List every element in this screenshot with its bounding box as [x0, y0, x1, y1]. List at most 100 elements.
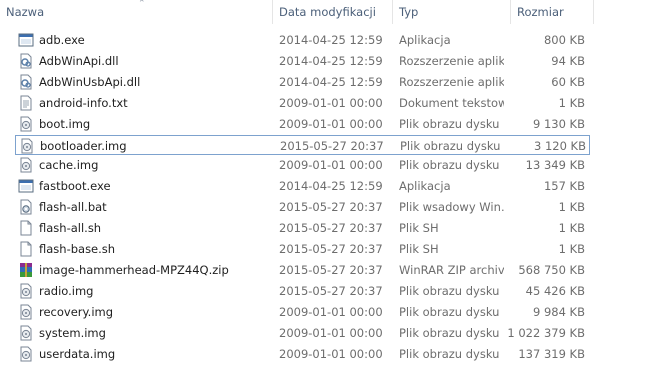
file-name: android-info.txt: [39, 95, 128, 110]
file-row[interactable]: userdata.img 2009-01-01 00:00 Plik obrazu …: [15, 344, 590, 364]
file-date: 2014-04-25 12:59: [279, 33, 383, 47]
file-size: 1 KB: [558, 242, 585, 256]
file-date: 2009-01-01 00:00: [279, 346, 383, 361]
file-name: AdbWinApi.dll: [39, 53, 119, 68]
file-type: Plik obrazu dysku: [399, 158, 500, 173]
disk-image-icon: [18, 346, 34, 362]
file-row[interactable]: system.img 2009-01-01 00:00 Plik obrazu dy…: [15, 323, 590, 343]
file-date: 2009-01-01 00:00: [279, 304, 383, 319]
disk-image-icon: [18, 304, 34, 320]
column-header-bar: Nazwa ⌃ Data modyfikacji Typ Rozmiar: [0, 0, 670, 24]
file-type: Plik obrazu dysku: [399, 304, 500, 319]
file-size: 137 319 KB: [518, 346, 585, 361]
batch-file-icon: [18, 199, 34, 215]
sort-ascending-icon: ⌃: [138, 0, 146, 9]
file-size: 9 984 KB: [532, 304, 585, 319]
blank-file-icon: [18, 220, 34, 236]
file-size: 94 KB: [551, 53, 585, 68]
file-name: system.img: [39, 325, 106, 340]
file-name: recovery.img: [39, 304, 114, 319]
file-row[interactable]: image-hammerhead-MPZ44Q.zip 2015-05-27 20…: [15, 260, 590, 280]
text-file-icon: [18, 95, 34, 111]
file-name: cache.img: [39, 158, 99, 173]
file-row[interactable]: recovery.img 2009-01-01 00:00 Plik obrazu …: [15, 302, 590, 322]
file-size: 3 120 KB: [533, 138, 586, 153]
file-name: image-hammerhead-MPZ44Q.zip: [39, 262, 229, 277]
file-date: 2009-01-01 00:00: [279, 95, 383, 110]
file-name: userdata.img: [39, 346, 116, 361]
file-name: radio.img: [39, 283, 94, 298]
file-date: 2014-04-25 12:59: [279, 179, 383, 194]
file-type: Aplikacja: [399, 33, 451, 47]
file-name: boot.img: [39, 116, 91, 131]
file-date: 2014-04-25 12:59: [279, 74, 383, 89]
file-name: bootloader.img: [40, 138, 127, 153]
file-type: Dokument tekstowy: [399, 95, 504, 110]
column-header-date[interactable]: Data modyfikacji: [273, 0, 392, 24]
file-row[interactable]: radio.img 2015-05-27 20:37 Plik obrazu dys…: [15, 281, 590, 301]
file-type: Rozszerzenie aplik…: [399, 53, 504, 68]
file-row[interactable]: android-info.txt 2009-01-01 00:00 Dokument…: [15, 93, 590, 113]
column-header-type[interactable]: Typ: [393, 0, 510, 24]
file-type: Plik obrazu dysku: [399, 346, 500, 361]
dll-icon: [18, 74, 34, 90]
file-date: 2015-05-27 20:37: [279, 200, 383, 215]
file-date: 2009-01-01 00:00: [279, 116, 383, 131]
file-size: 45 426 KB: [525, 283, 585, 298]
file-type: Rozszerzenie aplik…: [399, 74, 504, 89]
column-header-name[interactable]: Nazwa: [0, 0, 272, 24]
column-divider[interactable]: [593, 0, 594, 24]
file-name: flash-base.sh: [39, 242, 116, 256]
file-size: 9 130 KB: [532, 116, 585, 131]
file-size: 13 349 KB: [525, 158, 585, 173]
disk-image-icon: [18, 116, 34, 132]
disk-image-icon: [18, 157, 34, 173]
file-type: Plik wsadowy Win…: [399, 200, 504, 215]
file-date: 2014-04-25 12:59: [279, 53, 383, 68]
dll-icon: [18, 53, 34, 69]
file-row[interactable]: flash-all.bat 2015-05-27 20:37 Plik wsadow…: [15, 197, 590, 217]
file-type: Aplikacja: [399, 179, 451, 194]
file-name: flash-all.bat: [39, 200, 107, 215]
disk-image-icon: [18, 283, 34, 299]
file-row[interactable]: AdbWinUsbApi.dll 2014-04-25 12:59 Rozszerz…: [15, 72, 590, 92]
file-row[interactable]: boot.img 2009-01-01 00:00 Plik obrazu dysk…: [15, 114, 590, 134]
file-name: fastboot.exe: [39, 179, 111, 194]
exe-icon: [18, 32, 34, 48]
file-type: Plik obrazu dysku: [399, 325, 500, 340]
file-type: Plik obrazu dysku: [399, 116, 500, 131]
disk-image-icon: [19, 138, 35, 154]
file-size: 1 022 379 KB: [507, 325, 585, 340]
file-type: Plik SH: [399, 221, 439, 236]
file-row[interactable]: flash-all.sh 2015-05-27 20:37 Plik SH 1 KB: [15, 218, 590, 238]
column-header-size[interactable]: Rozmiar: [511, 0, 593, 24]
file-date: 2015-05-27 20:37: [279, 221, 383, 236]
file-date: 2015-05-27 20:37: [280, 138, 384, 153]
disk-image-icon: [18, 325, 34, 341]
file-row[interactable]: cache.img 2009-01-01 00:00 Plik obrazu dys…: [15, 155, 590, 175]
file-row[interactable]: AdbWinApi.dll 2014-04-25 12:59 Rozszerzeni…: [15, 51, 590, 71]
blank-file-icon: [18, 241, 34, 257]
file-size: 800 KB: [543, 33, 585, 47]
file-size: 1 KB: [558, 200, 585, 215]
file-date: 2015-05-27 20:37: [279, 262, 383, 277]
file-size: 568 750 KB: [518, 262, 585, 277]
winrar-archive-icon: [18, 262, 34, 278]
file-name: AdbWinUsbApi.dll: [39, 74, 141, 89]
file-date: 2009-01-01 00:00: [279, 158, 383, 173]
file-size: 1 KB: [558, 221, 585, 236]
exe-icon: [18, 178, 34, 194]
file-row[interactable]: flash-base.sh 2015-05-27 20:37 Plik SH 1 KB: [15, 239, 590, 259]
file-row[interactable]: adb.exe 2014-04-25 12:59 Aplikacja 800 KB: [15, 30, 590, 50]
file-name: flash-all.sh: [39, 221, 102, 236]
file-type: Plik obrazu dysku: [400, 138, 501, 153]
file-size: 157 KB: [543, 179, 585, 194]
file-date: 2015-05-27 20:37: [279, 283, 383, 298]
file-name: adb.exe: [39, 33, 85, 47]
file-type: Plik obrazu dysku: [399, 283, 500, 298]
file-row[interactable]: fastboot.exe 2014-04-25 12:59 Aplikacja 157…: [15, 176, 590, 196]
file-type: Plik SH: [399, 242, 439, 256]
file-size: 60 KB: [551, 74, 585, 89]
file-row-selected[interactable]: bootloader.img 2015-05-27 20:37 Plik obraz…: [15, 134, 590, 155]
file-size: 1 KB: [558, 95, 585, 110]
